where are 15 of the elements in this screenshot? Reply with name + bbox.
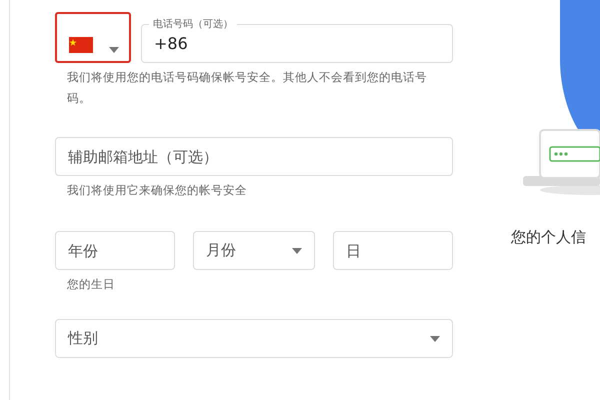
email-field[interactable]: 辅助邮箱地址（可选） [55, 137, 453, 176]
field-label: 电话号码（可选） [149, 17, 237, 31]
gender-select[interactable]: 性别 [55, 319, 453, 358]
hint-text: 我们将使用您的电话号码确保帐号安全。其他人不会看到您的电话号码。 [67, 69, 428, 107]
info-caption: 您的个人信 [511, 228, 586, 247]
country-selector[interactable] [55, 12, 131, 63]
caret-icon [109, 47, 119, 53]
caret-icon [292, 248, 302, 254]
flag-icon [69, 37, 93, 53]
hint-text: 我们将使用它来确保您的帐号安全 [67, 182, 248, 199]
date-field[interactable]: 年份 [55, 231, 175, 270]
hint-text: 您的生日 [67, 276, 116, 293]
date-field[interactable]: 日 [333, 231, 453, 270]
month-select[interactable]: 月份 [193, 231, 315, 270]
caret-icon [430, 336, 440, 342]
